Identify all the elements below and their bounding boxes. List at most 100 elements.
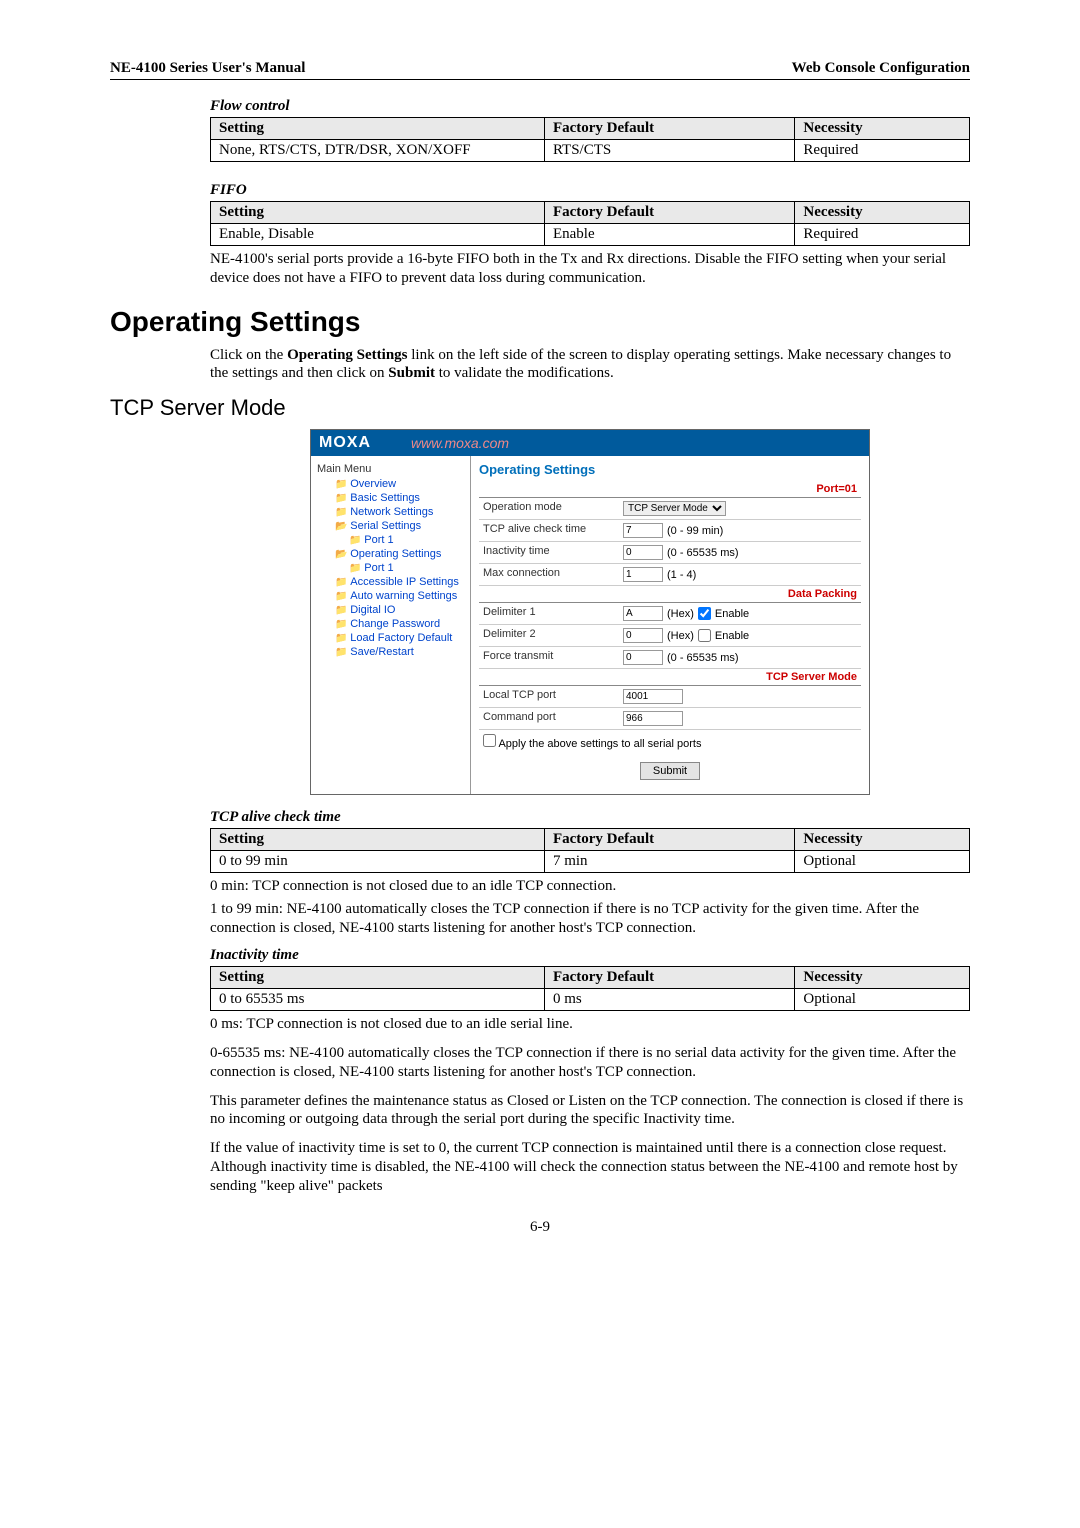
inactivity-title: Inactivity time [210,947,970,964]
text-input[interactable] [623,523,663,538]
nav-item[interactable]: Overview [321,477,464,491]
table-header: Setting [211,967,545,989]
row-label: Command port [479,708,619,729]
enable-checkbox[interactable] [698,607,711,620]
operation-mode-select[interactable]: TCP Server Mode [623,501,726,516]
nav-item[interactable]: Network Settings [321,505,464,519]
suffix-label: (Hex) [667,630,694,642]
tcp-server-mode-heading: TCP Server Mode [110,395,970,421]
table-header: Setting [211,118,545,140]
table-cell: 0 to 99 min [211,851,545,873]
brand-url: www.moxa.com [411,435,509,451]
row-value: (0 - 65535 ms) [619,647,861,668]
table-cell: 0 to 65535 ms [211,989,545,1011]
row-label: Delimiter 2 [479,625,619,646]
table-cell: Optional [795,851,970,873]
nav-item[interactable]: Serial Settings [321,519,464,533]
operating-intro: Click on the Operating Settings link on … [210,346,970,384]
table-header: Necessity [795,118,970,140]
text-input[interactable] [623,606,663,621]
row-value [619,708,861,729]
nav-item[interactable]: Port 1 [321,561,464,575]
apply-row: Apply the above settings to all serial p… [479,730,861,754]
nav-item[interactable]: Auto warning Settings [321,589,464,603]
web-console-screenshot: MOXA www.moxa.com Main Menu OverviewBasi… [310,429,870,795]
tcp-alive-desc1: 0 min: TCP connection is not closed due … [210,877,970,896]
page-header: NE-4100 Series User's Manual Web Console… [110,60,970,80]
row-label: Max connection [479,564,619,585]
table-cell: Required [795,140,970,162]
table-header: Setting [211,829,545,851]
nav-tree: Main Menu OverviewBasic SettingsNetwork … [311,456,471,794]
nav-item[interactable]: Basic Settings [321,491,464,505]
table-cell: Enable [544,224,794,246]
setting-row: Local TCP port [479,686,861,708]
table-header: Factory Default [544,202,794,224]
fifo-desc: NE-4100's serial ports provide a 16-byte… [210,250,970,288]
flowcontrol-title: Flow control [210,98,970,115]
tcp-server-mode-header: TCP Server Mode [479,669,861,686]
row-value: (1 - 4) [619,564,861,585]
nav-item[interactable]: Load Factory Default [321,631,464,645]
text-input[interactable] [623,650,663,665]
inactivity-desc4: If the value of inactivity time is set t… [210,1139,970,1195]
nav-item[interactable]: Digital IO [321,603,464,617]
setting-row: Max connection(1 - 4) [479,564,861,586]
table-cell: Required [795,224,970,246]
nav-item[interactable]: Operating Settings [321,547,464,561]
port-header: Port=01 [479,481,861,498]
page-number: 6-9 [110,1219,970,1236]
nav-item[interactable]: Accessible IP Settings [321,575,464,589]
text-input[interactable] [623,545,663,560]
table-header: Necessity [795,829,970,851]
table-cell: Optional [795,989,970,1011]
operating-settings-heading: Operating Settings [110,306,970,338]
header-left: NE-4100 Series User's Manual [110,60,305,77]
range-label: (0 - 65535 ms) [667,547,739,559]
row-value: (0 - 65535 ms) [619,542,861,563]
text-input[interactable] [623,628,663,643]
row-value: (0 - 99 min) [619,520,861,541]
apply-all-checkbox[interactable] [483,734,496,747]
text-input[interactable] [623,567,663,582]
row-label: Delimiter 1 [479,603,619,624]
row-label: Operation mode [479,498,619,519]
table-header: Necessity [795,202,970,224]
table-header: Necessity [795,967,970,989]
suffix-label: (0 - 65535 ms) [667,652,739,664]
tcp-alive-table: Setting Factory Default Necessity 0 to 9… [210,828,970,873]
inactivity-desc2: 0-65535 ms: NE-4100 automatically closes… [210,1044,970,1082]
table-header: Factory Default [544,829,794,851]
table-header: Factory Default [544,118,794,140]
suffix-label: (Hex) [667,608,694,620]
table-cell: 0 ms [544,989,794,1011]
nav-item[interactable]: Save/Restart [321,645,464,659]
port-input[interactable] [623,689,683,704]
screenshot-header: MOXA www.moxa.com [311,430,869,456]
table-cell: RTS/CTS [544,140,794,162]
inactivity-table: Setting Factory Default Necessity 0 to 6… [210,966,970,1011]
inactivity-desc3: This parameter defines the maintenance s… [210,1092,970,1130]
tcp-alive-desc2: 1 to 99 min: NE-4100 automatically close… [210,900,970,938]
setting-row: Force transmit(0 - 65535 ms) [479,647,861,669]
nav-item[interactable]: Port 1 [321,533,464,547]
setting-row: Command port [479,708,861,730]
table-cell: 7 min [544,851,794,873]
header-right: Web Console Configuration [792,60,970,77]
enable-label: Enable [715,630,749,642]
row-value: (Hex) Enable [619,625,861,646]
panel-title: Operating Settings [479,462,861,477]
enable-checkbox[interactable] [698,629,711,642]
flowcontrol-table: Setting Factory Default Necessity None, … [210,117,970,162]
main-panel: Operating Settings Port=01 Operation mod… [471,456,869,794]
row-label: Local TCP port [479,686,619,707]
port-input[interactable] [623,711,683,726]
table-header: Factory Default [544,967,794,989]
row-value: (Hex)Enable [619,603,861,624]
data-packing-header: Data Packing [479,586,861,603]
nav-item[interactable]: Change Password [321,617,464,631]
submit-button[interactable]: Submit [640,762,700,780]
setting-row: Delimiter 2 (Hex) Enable [479,625,861,647]
table-cell: Enable, Disable [211,224,545,246]
setting-row: Inactivity time(0 - 65535 ms) [479,542,861,564]
